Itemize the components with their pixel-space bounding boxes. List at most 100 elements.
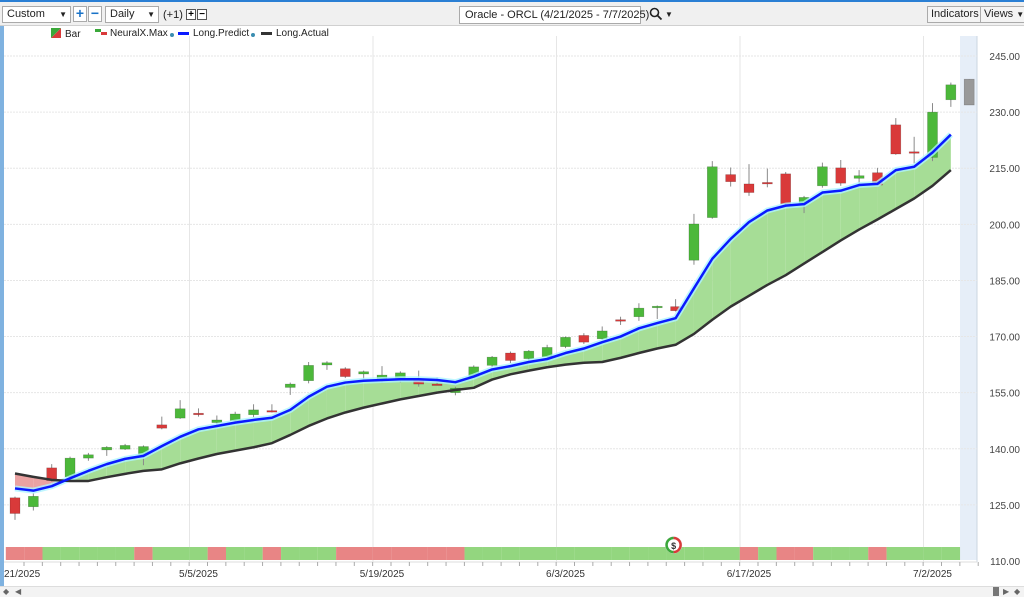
line-swatch-icon bbox=[261, 31, 272, 35]
y-tick-label: 200.00 bbox=[989, 220, 1020, 231]
bar-legend-icon bbox=[51, 28, 61, 38]
legend-item-neuralx-max[interactable]: NeuralX.Max bbox=[95, 28, 174, 39]
candle bbox=[725, 174, 736, 182]
candle bbox=[358, 371, 369, 375]
signal-cell bbox=[886, 547, 905, 560]
signal-cell bbox=[648, 547, 667, 560]
candle bbox=[211, 419, 223, 423]
zoom-out-button[interactable]: − bbox=[88, 6, 102, 22]
candle bbox=[835, 167, 847, 184]
signal-cell bbox=[134, 547, 153, 560]
indicators-label: Indicators bbox=[931, 8, 979, 20]
scroll-end-icon[interactable]: ◆ bbox=[1014, 587, 1020, 596]
candle bbox=[339, 368, 351, 377]
signal-cell bbox=[703, 547, 722, 560]
signal-cell bbox=[60, 547, 80, 560]
candle bbox=[853, 175, 865, 179]
signal-cell bbox=[336, 547, 355, 560]
signal-cell bbox=[244, 547, 263, 560]
magnifier-icon[interactable] bbox=[649, 6, 663, 25]
signal-cell bbox=[593, 547, 612, 560]
signal-cell bbox=[831, 547, 850, 560]
signal-cell bbox=[5, 547, 25, 560]
legend-item-long-predict[interactable]: Long.Predict bbox=[178, 28, 256, 39]
candle bbox=[651, 305, 663, 309]
offset-plus-button[interactable]: + bbox=[186, 9, 196, 20]
scroll-left-icon[interactable]: ◀ bbox=[15, 587, 21, 596]
chevron-down-icon: ▼ bbox=[59, 10, 67, 19]
signal-cell bbox=[354, 547, 373, 560]
candle bbox=[83, 454, 94, 459]
y-tick-label: 125.00 bbox=[989, 501, 1020, 512]
range-select[interactable]: Custom ▼ bbox=[2, 6, 71, 23]
signal-cell bbox=[446, 547, 465, 560]
candle bbox=[431, 383, 443, 386]
horizontal-scrollbar[interactable]: ◆ ◀ ▶ ◆ bbox=[0, 586, 1024, 597]
candle bbox=[780, 173, 792, 205]
views-button[interactable]: Views ▼ bbox=[980, 6, 1024, 23]
signal-cell bbox=[24, 547, 43, 560]
legend-label: NeuralX.Max bbox=[110, 28, 168, 39]
candle bbox=[706, 166, 718, 218]
legend-label: Bar bbox=[65, 29, 81, 40]
legend-item-bar[interactable]: Bar bbox=[51, 28, 81, 40]
y-tick-label: 110.00 bbox=[990, 557, 1020, 568]
search-dropdown-icon[interactable]: ▼ bbox=[665, 10, 673, 19]
legend-label: Long.Predict bbox=[193, 28, 250, 39]
candle bbox=[578, 335, 590, 343]
signal-cell bbox=[611, 547, 630, 560]
signal-cell bbox=[97, 547, 116, 560]
x-tick-label: 5/5/2025 bbox=[179, 569, 218, 580]
y-tick-label: 215.00 bbox=[989, 164, 1020, 175]
signal-cell bbox=[281, 547, 300, 560]
signal-cell bbox=[207, 547, 227, 560]
candle bbox=[248, 409, 259, 416]
time-axis: 21/2025 5/5/2025 5/19/2025 6/3/2025 6/17/202… bbox=[4, 562, 979, 580]
series-lines bbox=[14, 132, 953, 494]
price-chart[interactable]: $ 245.00 230.00 215.00 200.00 185.00 170.00 15… bbox=[0, 0, 1024, 596]
live-bar-highlight bbox=[960, 36, 977, 560]
legend-label: Long.Actual bbox=[276, 28, 329, 39]
left-edge-bar bbox=[0, 26, 4, 586]
signal-cell bbox=[42, 547, 61, 560]
y-tick-label: 170.00 bbox=[989, 333, 1020, 344]
candle bbox=[762, 182, 773, 185]
y-tick-label: 185.00 bbox=[989, 276, 1020, 287]
legend-item-long-actual[interactable]: Long.Actual bbox=[261, 28, 329, 39]
candle bbox=[817, 166, 828, 187]
signal-cell bbox=[629, 547, 649, 560]
interval-select[interactable]: Daily ▼ bbox=[105, 6, 159, 23]
symbol-search-input[interactable]: Oracle - ORCL (4/21/2025 - 7/7/2025) bbox=[459, 6, 649, 24]
offset-minus-button[interactable]: − bbox=[197, 9, 207, 20]
settings-dot-icon[interactable] bbox=[169, 33, 174, 37]
signal-cell bbox=[813, 547, 832, 560]
views-label: Views bbox=[984, 8, 1014, 20]
signal-cell bbox=[464, 547, 483, 560]
range-select-value: Custom bbox=[7, 8, 45, 20]
scroll-thumb[interactable] bbox=[993, 587, 999, 596]
candle bbox=[523, 350, 535, 359]
toolbar: Custom ▼ + − Daily ▼ (+1) + − Oracle - ORC… bbox=[0, 0, 1024, 26]
zoom-in-button[interactable]: + bbox=[73, 6, 87, 22]
y-tick-label: 230.00 bbox=[989, 108, 1020, 119]
signal-bar: $ bbox=[5, 536, 961, 560]
candle bbox=[28, 495, 39, 508]
scroll-right-icon[interactable]: ▶ bbox=[1003, 587, 1009, 596]
fill-segment bbox=[859, 183, 878, 230]
scroll-home-icon[interactable]: ◆ bbox=[3, 587, 9, 596]
settings-dot-icon[interactable] bbox=[251, 33, 256, 37]
signal-cell bbox=[226, 547, 245, 560]
candle bbox=[908, 151, 920, 154]
signal-cell bbox=[299, 547, 318, 560]
candle bbox=[303, 365, 314, 381]
candle bbox=[596, 330, 608, 340]
signal-cell bbox=[170, 547, 190, 560]
signal-marker-label: $ bbox=[671, 541, 676, 551]
signal-cell bbox=[115, 547, 135, 560]
signal-cell bbox=[427, 547, 447, 560]
candle bbox=[101, 446, 113, 451]
signal-cell bbox=[776, 547, 795, 560]
candle bbox=[321, 362, 333, 366]
signal-cell bbox=[501, 547, 520, 560]
signal-cell bbox=[849, 547, 869, 560]
